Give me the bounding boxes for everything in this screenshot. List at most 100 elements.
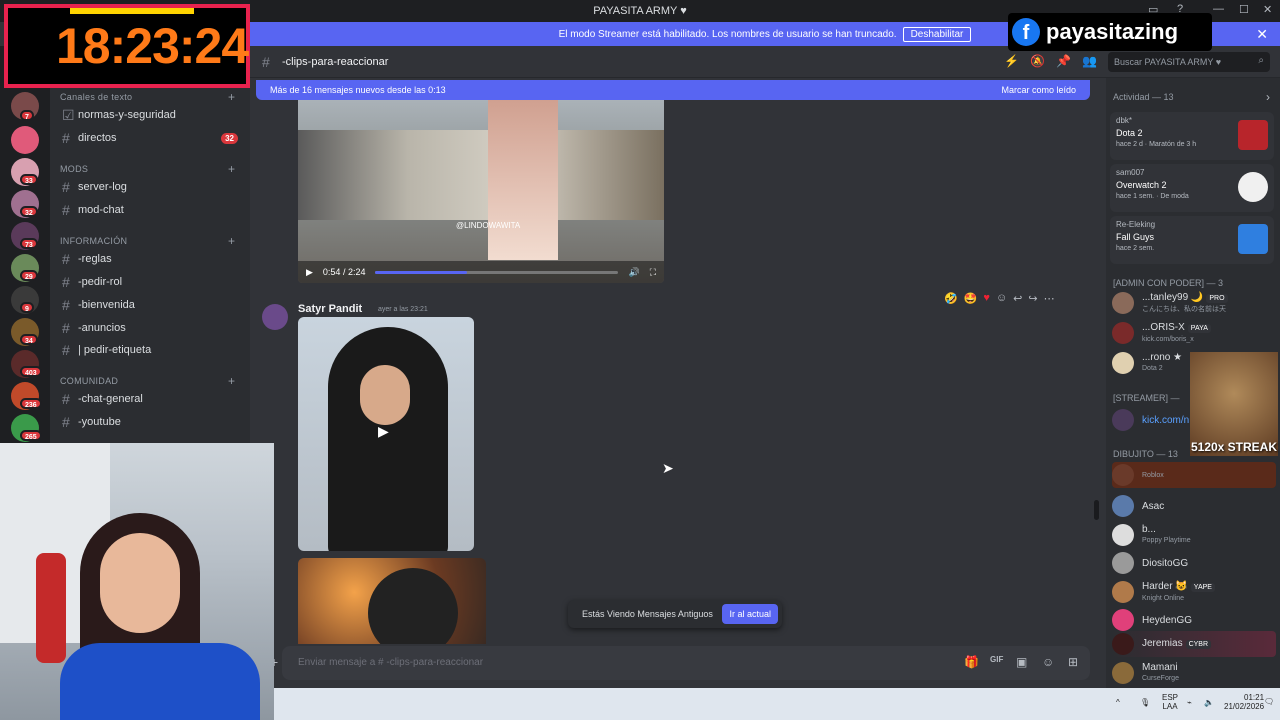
add-reaction-icon[interactable]: ☺ [996,292,1007,305]
dibujito-header: DIBUJITO — 13 [1113,449,1178,459]
avatar [1112,292,1134,314]
notification-icon[interactable]: 🗨 [1264,697,1274,706]
avatar[interactable] [262,304,288,330]
volume-icon[interactable]: 🔊 [628,267,639,278]
laugh-reaction-icon[interactable]: 🤣 [944,292,958,305]
heart-reaction-icon[interactable]: ♥ [983,292,990,305]
channel-item[interactable]: # -chat-general [58,389,242,409]
emoji-reaction-icon[interactable]: 🤩 [964,292,978,305]
video-attachment[interactable]: @LINDOWAWITA ▶ 0:54 / 2:24 🔊 ⛶ [298,100,664,283]
server-icon[interactable] [11,126,39,154]
member-item[interactable]: Harder 😺 YAPE Knight Online [1112,579,1276,605]
scrollbar-thumb[interactable] [1094,500,1099,520]
close-icon[interactable]: ✕ [1256,26,1268,43]
member-item[interactable]: ...tanley99 🌙 PRO こんにちは、私の名前は天 [1112,290,1276,316]
language-indicator[interactable]: ESP LAA [1162,693,1178,711]
reply-icon[interactable]: ↩ [1013,292,1022,305]
apps-icon[interactable]: ⊞ [1068,655,1078,669]
server-badge: 265 [20,430,42,441]
avatar [1112,524,1134,546]
member-item[interactable]: ...ORIS-X PAYA kick.com/boris_x [1112,320,1276,346]
volume-icon[interactable]: 🔈 [1204,698,1214,707]
category-community[interactable]: COMUNIDAD [60,376,118,386]
member-name: HeydenGG [1142,614,1193,626]
activity-card[interactable]: Re-Eleking Fall Guys hace 2 sem. [1110,216,1274,264]
members-icon[interactable]: 👥 [1082,54,1097,68]
emoji-icon[interactable]: ☺ [1042,655,1054,669]
gift-icon[interactable]: 🎁 [964,655,979,669]
webcam-overlay [0,443,274,720]
video-progress[interactable] [375,270,619,274]
mark-read-button[interactable]: Marcar como leído [1001,85,1076,95]
play-icon[interactable]: ▶ [378,423,389,440]
member-item[interactable]: Mamani CurseForge [1112,660,1276,686]
channel-list: Canales de texto + ☑ normas-y-seguridad #… [50,46,250,446]
more-icon[interactable]: ⋯ [1044,292,1055,305]
threads-icon[interactable]: ⚡ [1004,54,1019,68]
channel-item[interactable]: # server-log [58,177,242,197]
search-input[interactable]: Buscar PAYASITA ARMY ♥ ⌕ [1108,52,1270,72]
mic-icon[interactable]: 🎙 [1140,698,1150,707]
member-item[interactable]: Asac [1112,493,1276,519]
chevron-right-icon[interactable]: › [1266,90,1270,104]
maximize-icon[interactable]: ☐ [1239,3,1249,16]
network-icon[interactable]: ⌁ [1187,698,1192,707]
channel-item[interactable]: # -bienvenida [58,295,242,315]
timer-accent-bar [70,8,194,14]
channel-item[interactable]: # directos 32 [58,128,242,148]
channel-label: -reglas [78,253,112,265]
add-channel-icon[interactable]: + [228,90,235,104]
channel-label: server-log [78,181,127,193]
category-info[interactable]: INFORMACIÓN [60,236,127,246]
chevron-up-icon[interactable]: ^ [1116,698,1120,707]
jump-to-present-button[interactable]: Ir al actual [722,604,778,624]
channel-item[interactable]: # mod-chat [58,200,242,220]
close-window-icon[interactable]: ✕ [1263,3,1272,16]
member-status: こんにちは、私の名前は天 [1142,305,1226,313]
gif-icon[interactable]: GIF [990,655,1003,664]
activity-card[interactable]: dbk* Dota 2 hace 2 d · Maratón de 3 h [1110,112,1274,160]
play-icon[interactable]: ▶ [306,267,313,278]
category-mods[interactable]: MODS [60,164,88,174]
pin-icon[interactable]: 📌 [1056,54,1071,68]
activity-card[interactable]: sam007 Overwatch 2 hace 1 sem. · De moda [1110,164,1274,212]
member-name: kick.com/n [1142,414,1190,426]
member-item[interactable]: DiositoGG [1112,550,1276,576]
activity-header: Actividad — 13 [1113,92,1174,102]
minimize-icon[interactable]: — [1213,3,1224,15]
channel-item[interactable]: # -youtube [58,412,242,432]
hash-icon: # [62,274,70,290]
message-composer[interactable]: Enviar mensaje a # -clips-para-reacciona… [282,646,1090,680]
mute-icon[interactable]: 🔕 [1030,54,1045,68]
channel-item[interactable]: ☑ normas-y-seguridad [58,105,242,125]
channel-item[interactable]: # | pedir-etiqueta [58,340,242,360]
sticker-icon[interactable]: ▣ [1016,655,1027,669]
member-item[interactable]: Roblox [1112,462,1276,488]
avatar [1112,633,1134,655]
member-item[interactable]: HeydenGG [1112,607,1276,633]
taskbar: ^ ESP LAA 🎙 ⌁ 🔈 01:21 21/02/2026 🗨 [274,688,1280,720]
channel-item[interactable]: # -anuncios [58,318,242,338]
channel-item[interactable]: # -reglas [58,249,242,269]
channel-item[interactable]: # -pedir-rol [58,272,242,292]
clock[interactable]: 01:21 21/02/2026 [1224,693,1264,711]
rules-icon: ☑ [62,106,75,123]
hash-icon: # [62,297,70,313]
forward-icon[interactable]: ↪ [1028,292,1037,305]
video-attachment[interactable]: ▶ [298,317,474,551]
video-attachment[interactable] [298,558,486,644]
new-messages-bar[interactable]: Más de 16 mensajes nuevos desde las 0:13… [256,80,1090,100]
category-text-channels[interactable]: Canales de texto [60,92,132,102]
member-item[interactable]: b... Poppy Playtime [1112,522,1276,548]
add-channel-icon[interactable]: + [228,374,235,388]
fullscreen-icon[interactable]: ⛶ [650,267,656,278]
add-channel-icon[interactable]: + [228,234,235,248]
member-tag: PRO [1206,293,1228,303]
search-icon: ⌕ [1258,55,1264,66]
disable-button[interactable]: Deshabilitar [902,26,972,42]
member-item[interactable]: Jeremias CYBR [1112,631,1276,657]
message-author[interactable]: Satyr Pandit [298,303,362,315]
window-title: PAYASITA ARMY ♥ [593,5,687,17]
facebook-icon: f [1012,18,1040,46]
add-channel-icon[interactable]: + [228,162,235,176]
